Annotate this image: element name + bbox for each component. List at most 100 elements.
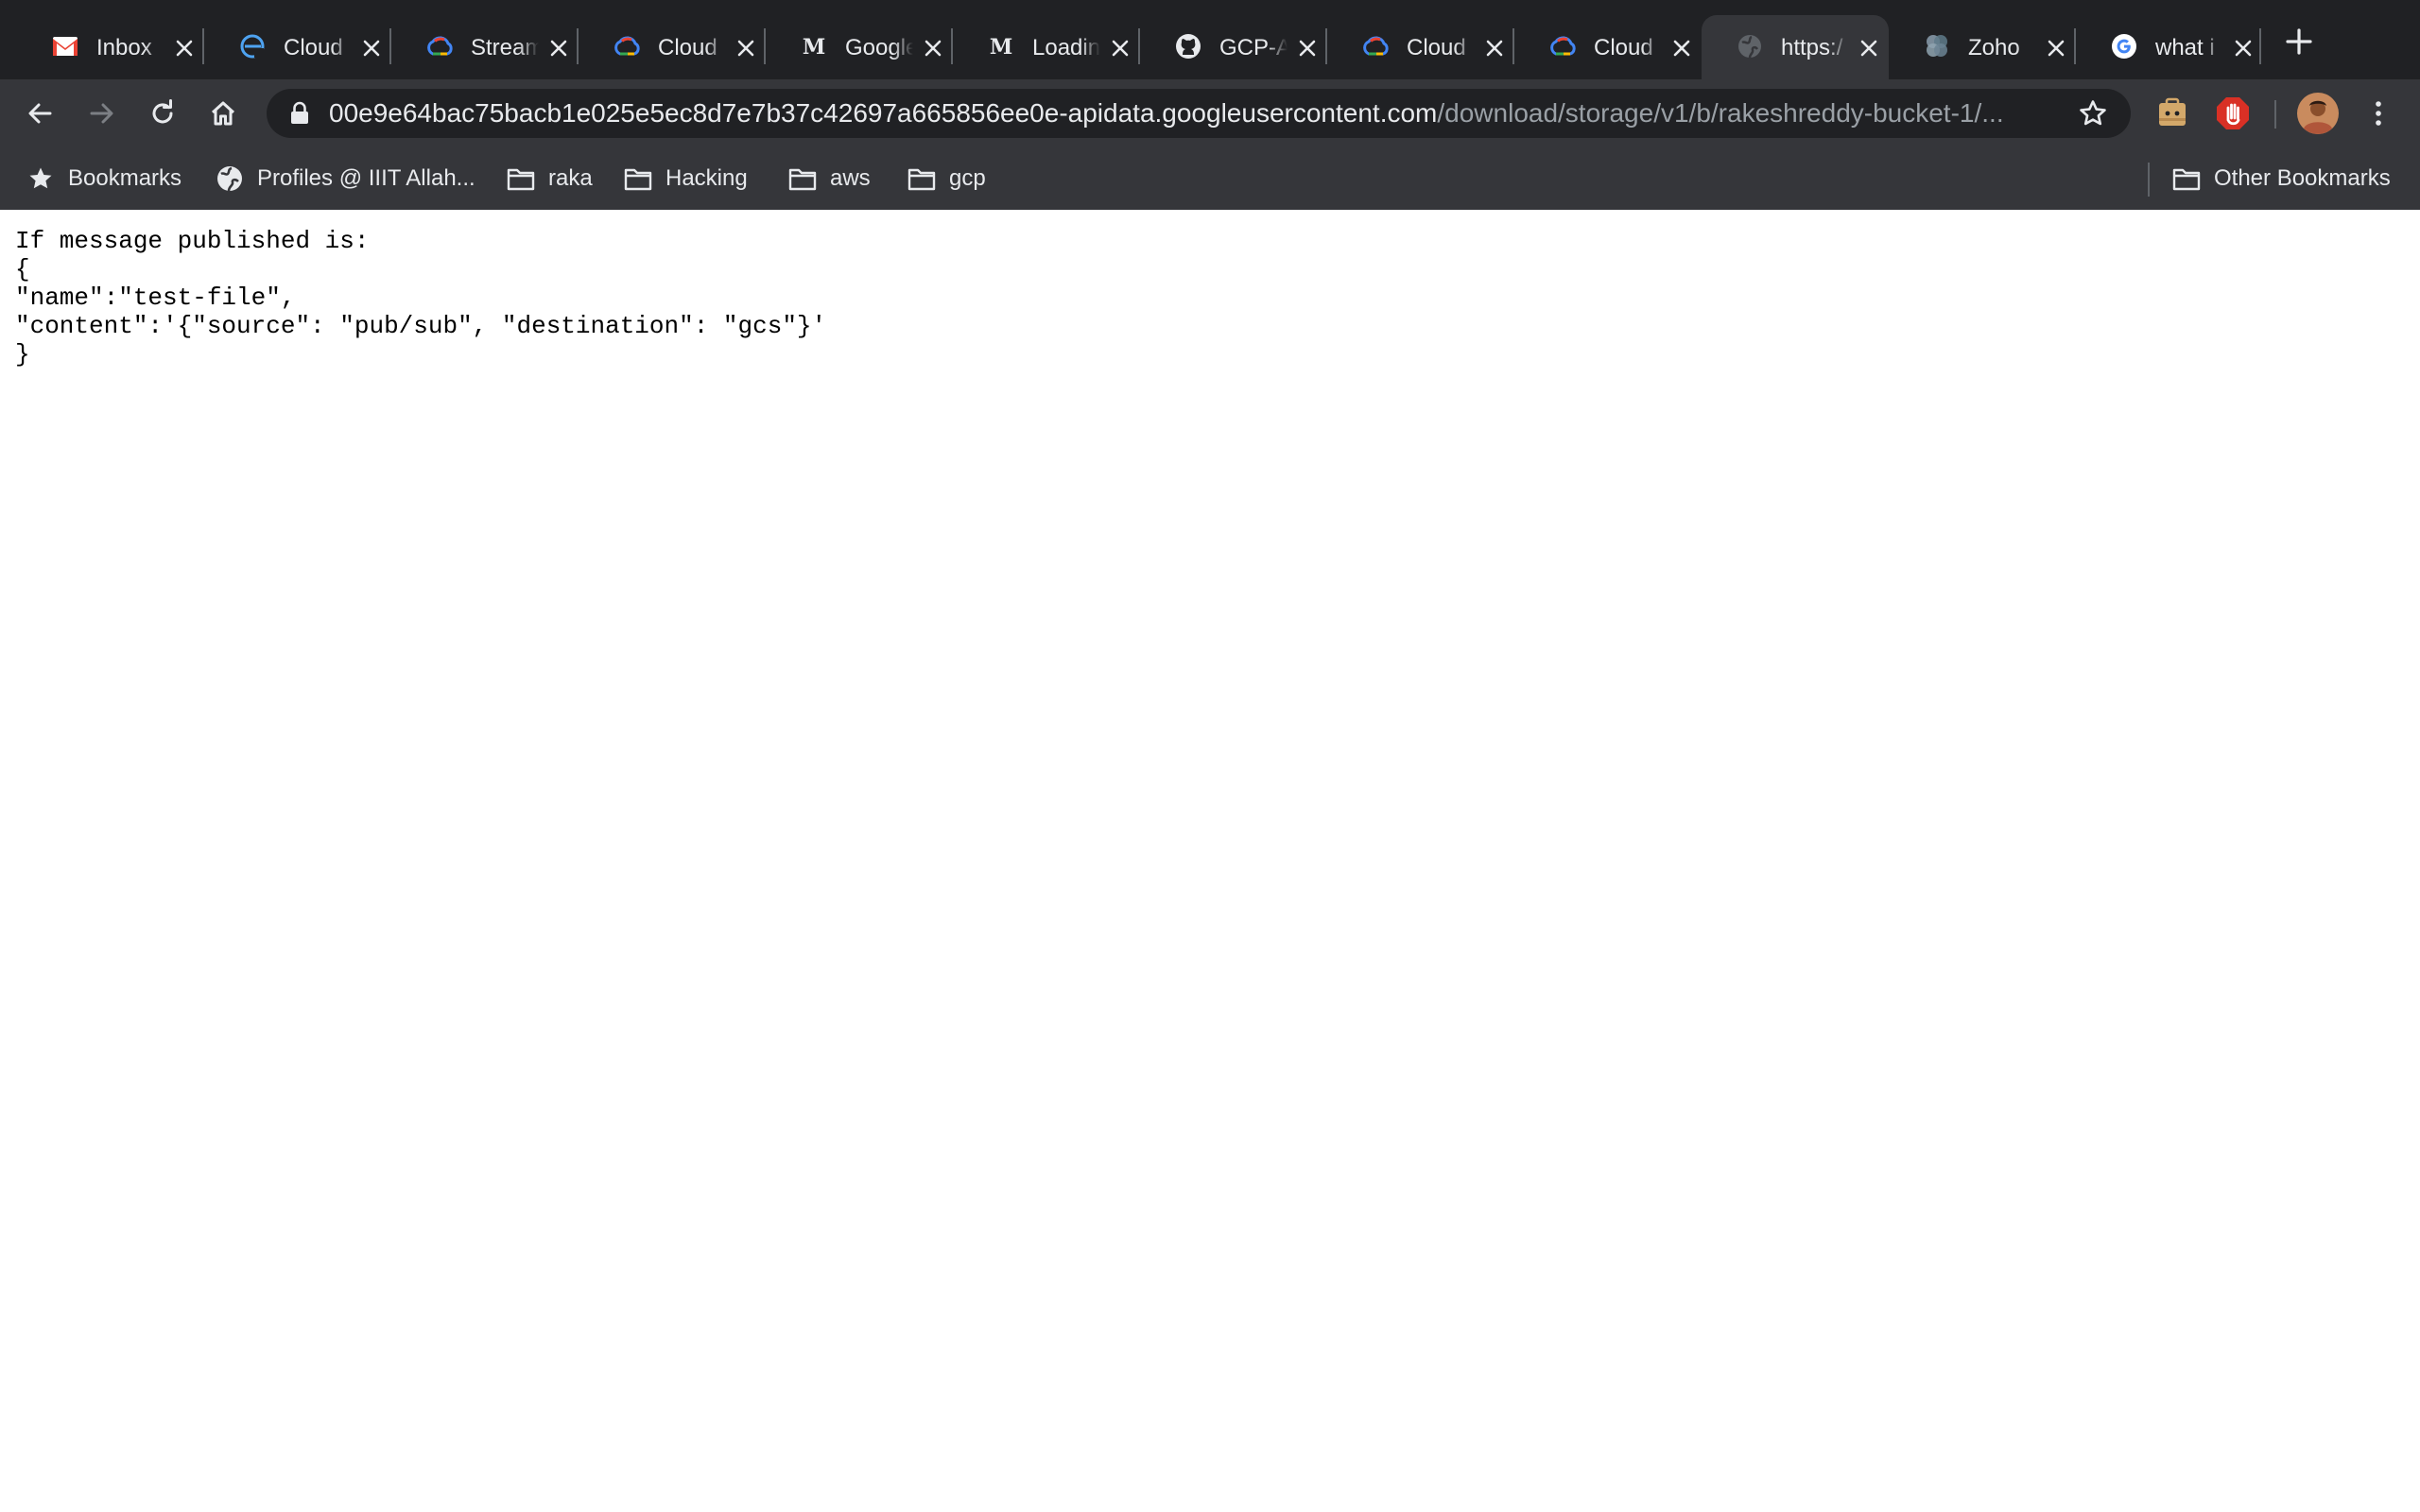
document-line: } <box>15 340 30 369</box>
url-path: /download/storage/v1/b/rakeshreddy-bucke… <box>1437 98 2004 128</box>
back-arrow-icon[interactable] <box>19 93 60 134</box>
toolbar-divider <box>2274 100 2276 129</box>
medium-icon: M <box>987 32 1015 60</box>
globe-icon <box>1736 32 1764 60</box>
bookmark-label: aws <box>830 165 871 191</box>
page-content: If message published is: { "name":"test-… <box>0 210 2420 1512</box>
bookmark-label: gcp <box>949 165 986 191</box>
address-bar[interactable]: 00e9e64bac75bacb1e025e5ec8d7e7b37c42697a… <box>267 89 2131 138</box>
bookmark-bookmarks[interactable]: Bookmarks <box>26 161 182 197</box>
github-icon <box>1174 32 1202 60</box>
bookmark-folder-gcp[interactable]: gcp <box>908 161 986 197</box>
bookmark-label: Other Bookmarks <box>2214 165 2391 191</box>
close-icon[interactable] <box>172 36 197 60</box>
home-icon[interactable] <box>202 93 244 134</box>
tab-title: what i <box>2155 35 2215 60</box>
tab-cloud[interactable]: Cloud <box>579 15 766 79</box>
google-cloud-icon <box>1361 32 1390 60</box>
globe-icon <box>216 164 244 193</box>
tab-title: Cloud <box>284 35 343 60</box>
tab-cloud[interactable]: Cloud <box>1514 15 1702 79</box>
tab-strip: Inbox Cloud Stream Cloud M Google M Load… <box>0 0 2420 79</box>
tab-active-download[interactable]: https:/ <box>1702 15 1889 79</box>
tab-title: Cloud <box>1407 35 1466 60</box>
folder-icon <box>908 164 936 193</box>
tab-title: Cloud <box>658 35 717 60</box>
bookmark-label: Profiles @ IIIT Allah... <box>257 165 475 191</box>
tab-title: Loading <box>1032 35 1100 60</box>
tab-cloud[interactable]: Cloud <box>1327 15 1514 79</box>
zoho-icon <box>1923 32 1951 60</box>
folder-icon <box>507 164 535 193</box>
tab-gcp[interactable]: GCP-A <box>1140 15 1327 79</box>
extension-adblock-icon[interactable] <box>2214 94 2252 132</box>
edge-icon <box>238 32 267 60</box>
bookmarks-divider <box>2148 163 2150 197</box>
bookmark-label: Bookmarks <box>68 165 182 191</box>
folder-icon <box>788 164 817 193</box>
document-line: "name":"test-file", <box>15 284 296 312</box>
document-line: { <box>15 255 30 284</box>
document-line: "content":'{"source": "pub/sub", "destin… <box>15 312 827 340</box>
star-icon <box>26 164 55 193</box>
close-icon[interactable] <box>1295 36 1320 60</box>
svg-text:M: M <box>803 35 825 58</box>
toolbar: 00e9e64bac75bacb1e025e5ec8d7e7b37c42697a… <box>0 79 2420 147</box>
google-cloud-icon <box>1548 32 1577 60</box>
tab-zoho[interactable]: Zoho <box>1889 15 2076 79</box>
close-icon[interactable] <box>1482 36 1507 60</box>
svg-text:M: M <box>990 35 1012 58</box>
folder-icon <box>624 164 652 193</box>
google-cloud-icon <box>425 32 454 60</box>
tab-loading[interactable]: M Loading <box>953 15 1140 79</box>
medium-icon: M <box>800 32 828 60</box>
google-cloud-icon <box>613 32 641 60</box>
new-tab-plus-icon[interactable] <box>2282 25 2316 59</box>
close-icon[interactable] <box>546 36 571 60</box>
close-icon[interactable] <box>1108 36 1132 60</box>
forward-arrow-icon[interactable] <box>81 93 123 134</box>
close-icon[interactable] <box>921 36 945 60</box>
close-icon[interactable] <box>734 36 758 60</box>
json-document: If message published is: { "name":"test-… <box>15 227 826 369</box>
tab-google[interactable]: M Google <box>766 15 953 79</box>
browser-chrome: Inbox Cloud Stream Cloud M Google M Load… <box>0 0 2420 210</box>
reload-icon[interactable] <box>142 93 183 134</box>
folder-icon <box>2172 164 2201 193</box>
tab-title: Cloud <box>1594 35 1653 60</box>
close-icon[interactable] <box>1669 36 1694 60</box>
close-icon[interactable] <box>2044 36 2068 60</box>
tab-title: Zoho <box>1968 35 2020 60</box>
close-icon[interactable] <box>2231 36 2256 60</box>
bookmark-folder-aws[interactable]: aws <box>788 161 871 197</box>
bookmark-label: Hacking <box>666 165 748 191</box>
close-icon[interactable] <box>1857 36 1881 60</box>
tab-separator <box>2259 28 2261 64</box>
url-host: 00e9e64bac75bacb1e025e5ec8d7e7b37c42697a… <box>329 98 1438 128</box>
tab-inbox[interactable]: Inbox <box>17 15 204 79</box>
menu-kebab-icon[interactable] <box>2358 93 2399 134</box>
tab-title: Stream <box>471 35 539 60</box>
tab-title: Google <box>845 35 913 60</box>
bookmarks-bar: Bookmarks Profiles @ IIIT Allah... raka … <box>0 147 2420 210</box>
gmail-icon <box>51 32 79 60</box>
bookmark-folder-hacking[interactable]: Hacking <box>624 161 748 197</box>
tab-cloud[interactable]: Cloud <box>204 15 391 79</box>
google-icon <box>2110 32 2138 60</box>
tab-title: Inbox <box>96 35 152 60</box>
extension-toolbox-icon[interactable] <box>2153 94 2191 132</box>
bookmark-star-icon[interactable] <box>2078 98 2108 129</box>
other-bookmarks-folder[interactable]: Other Bookmarks <box>2172 161 2391 197</box>
bookmark-label: raka <box>548 165 593 191</box>
document-line: If message published is: <box>15 227 370 255</box>
tab-google-search[interactable]: what i <box>2076 15 2263 79</box>
lock-icon[interactable] <box>289 101 310 126</box>
avatar[interactable] <box>2297 93 2339 134</box>
close-icon[interactable] <box>359 36 384 60</box>
bookmark-folder-raka[interactable]: raka <box>507 161 593 197</box>
tab-title: GCP-A <box>1219 35 1288 60</box>
url-text[interactable]: 00e9e64bac75bacb1e025e5ec8d7e7b37c42697a… <box>329 89 2049 138</box>
tab-stream[interactable]: Stream <box>391 15 579 79</box>
tab-title: https:/ <box>1781 35 1843 60</box>
bookmark-profiles[interactable]: Profiles @ IIIT Allah... <box>216 161 475 197</box>
